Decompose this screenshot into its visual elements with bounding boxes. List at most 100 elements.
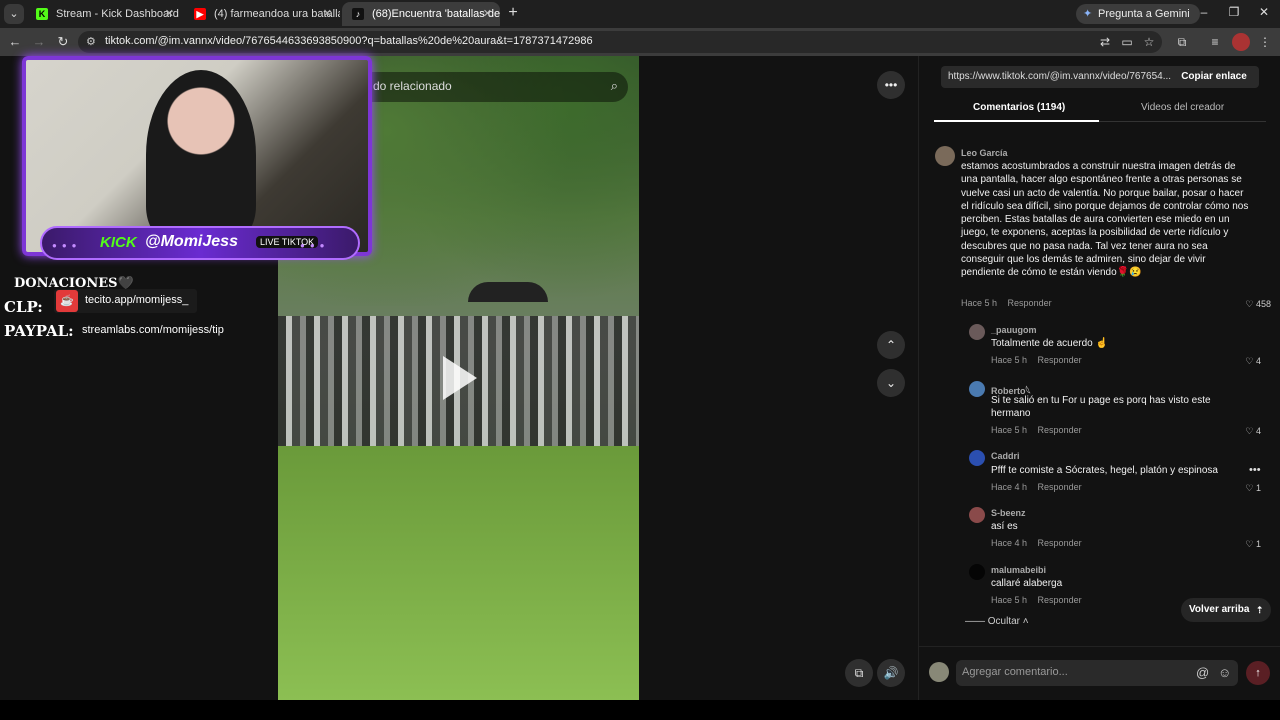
kick-logo: KICK: [100, 234, 137, 251]
avatar[interactable]: [969, 450, 985, 466]
reply-button[interactable]: Responder: [1038, 482, 1082, 492]
reply-button[interactable]: Responder: [1038, 538, 1082, 548]
bottom-strip: [0, 700, 1280, 720]
mention-icon[interactable]: @: [1196, 665, 1209, 680]
close-icon[interactable]: ✕: [483, 2, 492, 26]
avatar[interactable]: [969, 507, 985, 523]
gemini-label: Pregunta a Gemini: [1098, 8, 1190, 20]
more-options-icon[interactable]: •••: [877, 71, 905, 99]
tiktok-icon: ♪: [352, 8, 364, 20]
gemini-button[interactable]: ✦ Pregunta a Gemini: [1076, 4, 1200, 24]
tab-tiktok[interactable]: ♪ (68)Encuentra 'batallas de aura ✕: [342, 2, 500, 26]
reply-button[interactable]: Responder: [1038, 355, 1082, 365]
like-button[interactable]: ♡ 458: [1231, 299, 1271, 310]
decor-dots: ●●●: [300, 241, 330, 250]
reading-list-icon[interactable]: ≡: [1206, 33, 1224, 51]
avatar[interactable]: [969, 381, 985, 397]
reply-time: Hace 5 h: [991, 355, 1028, 365]
reply-author[interactable]: _pauugom: [991, 325, 1037, 335]
like-count: 1: [1255, 483, 1261, 493]
pip-icon[interactable]: ⧉: [845, 659, 873, 687]
next-video-icon[interactable]: ⌄: [877, 369, 905, 397]
reply-meta: Hace 5 h Responder: [991, 425, 1082, 435]
close-icon[interactable]: ✕: [323, 2, 332, 26]
comment-input[interactable]: Agregar comentario... @ ☺: [956, 660, 1238, 686]
like-count: 458: [1255, 299, 1271, 309]
new-tab-button[interactable]: +: [504, 4, 522, 22]
profile-avatar[interactable]: [1232, 33, 1250, 51]
reply-time: Hace 5 h: [991, 425, 1028, 435]
like-button[interactable]: ♡ 1: [1221, 539, 1261, 550]
like-button[interactable]: ♡ 4: [1221, 426, 1261, 437]
reply-meta: Hace 5 h Responder: [991, 595, 1082, 605]
back-icon[interactable]: ←: [6, 33, 24, 51]
panel-tabs: Comentarios (1194) Videos del creador: [934, 96, 1266, 122]
streamer-handle: @MomiJess: [145, 233, 238, 250]
copy-link-button[interactable]: Copiar enlace: [1169, 66, 1259, 88]
tab-youtube[interactable]: ▶ (4) farmeandoa ura batallas - Yo ✕: [184, 2, 340, 26]
clp-link: tecito.app/momijess_: [85, 294, 189, 306]
reply-button[interactable]: Responder: [1038, 425, 1082, 435]
reply-text: Totalmente de acuerdo ☝: [991, 338, 1108, 349]
comment-placeholder: Agregar comentario...: [962, 666, 1068, 678]
tab-kick-dashboard[interactable]: K Stream - Kick Dashboard ✕: [26, 2, 182, 26]
comment-author[interactable]: Leo García: [961, 148, 1008, 158]
hide-replies-button[interactable]: —— Ocultar ˄: [965, 616, 1029, 627]
comment-composer: Agregar comentario... @ ☺ ↑: [919, 646, 1280, 700]
reply-button[interactable]: Responder: [1008, 298, 1052, 308]
comment-time: Hace 5 h: [961, 298, 998, 308]
clp-link-box: ☕ tecito.app/momijess_: [54, 289, 197, 313]
translate-icon[interactable]: ⇄: [1096, 33, 1114, 51]
back-to-top-button[interactable]: Volver arriba ⇡: [1181, 598, 1272, 622]
site-info-icon[interactable]: ⚙: [86, 35, 96, 48]
more-menu-icon[interactable]: ⋮: [1256, 33, 1274, 51]
url-text[interactable]: tiktok.com/@im.vannx/video/7676544633693…: [105, 35, 593, 47]
comments-panel: https://www.tiktok.com/@im.vannx/video/7…: [918, 56, 1280, 700]
reply-button[interactable]: Responder: [1038, 595, 1082, 605]
browser-toolbar: ← → ↻ ⚙ tiktok.com/@im.vannx/video/76765…: [0, 28, 1280, 56]
like-count: 1: [1255, 539, 1261, 549]
minimize-icon[interactable]: –: [1196, 5, 1212, 19]
avatar[interactable]: [935, 146, 955, 166]
share-link-url[interactable]: https://www.tiktok.com/@im.vannx/video/7…: [948, 71, 1173, 82]
cast-icon[interactable]: ▭: [1118, 33, 1136, 51]
reply-meta: Hace 4 h Responder: [991, 538, 1082, 548]
reply-author[interactable]: S-beenz: [991, 508, 1026, 518]
reply-text: así es: [991, 521, 1018, 532]
bookmark-star-icon[interactable]: ☆: [1140, 33, 1158, 51]
user-avatar: [929, 662, 949, 682]
extensions-icon[interactable]: ⧉: [1173, 33, 1191, 51]
emoji-icon[interactable]: ☺: [1218, 665, 1231, 680]
reply-text: callaré alaberga: [991, 578, 1063, 589]
tab-creator-videos[interactable]: Videos del creador: [1141, 102, 1224, 113]
tab-search-button[interactable]: ⌄: [4, 4, 24, 24]
restore-icon[interactable]: ❐: [1226, 5, 1242, 19]
reply-meta: Hace 4 h Responder: [991, 482, 1082, 492]
reply-author[interactable]: Caddri: [991, 451, 1020, 461]
gemini-icon: ✦: [1083, 8, 1093, 20]
like-button[interactable]: ♡ 4: [1221, 356, 1261, 367]
like-button[interactable]: ♡ 1: [1221, 483, 1261, 494]
comment-options-icon[interactable]: •••: [1249, 464, 1261, 476]
reply-time: Hace 4 h: [991, 538, 1028, 548]
avatar[interactable]: [969, 324, 985, 340]
send-icon[interactable]: ↑: [1246, 661, 1270, 685]
video-frame-umbrella: [468, 282, 548, 302]
like-count: 4: [1255, 356, 1261, 366]
address-bar[interactable]: ⚙ tiktok.com/@im.vannx/video/76765446336…: [78, 31, 1162, 53]
reply-author[interactable]: malumabeibi: [991, 565, 1046, 575]
avatar[interactable]: [969, 564, 985, 580]
search-placeholder: do relacionado: [373, 79, 452, 93]
previous-video-icon[interactable]: ⌃: [877, 331, 905, 359]
forward-icon[interactable]: →: [30, 33, 48, 51]
search-icon[interactable]: ⌕: [611, 78, 618, 94]
reload-icon[interactable]: ↻: [54, 33, 72, 51]
tab-comments[interactable]: Comentarios (1194): [973, 102, 1065, 113]
volume-icon[interactable]: 🔊: [877, 659, 905, 687]
reply-text: Si te salió en tu For u page es porq has…: [991, 395, 1211, 420]
webcam-person: [146, 70, 256, 240]
play-icon[interactable]: [443, 356, 477, 400]
streamer-nameplate: ●●● KICK @MomiJess LIVE TIKTOK ●●●: [40, 226, 360, 260]
close-window-icon[interactable]: ✕: [1256, 5, 1272, 19]
close-icon[interactable]: ✕: [165, 2, 174, 26]
